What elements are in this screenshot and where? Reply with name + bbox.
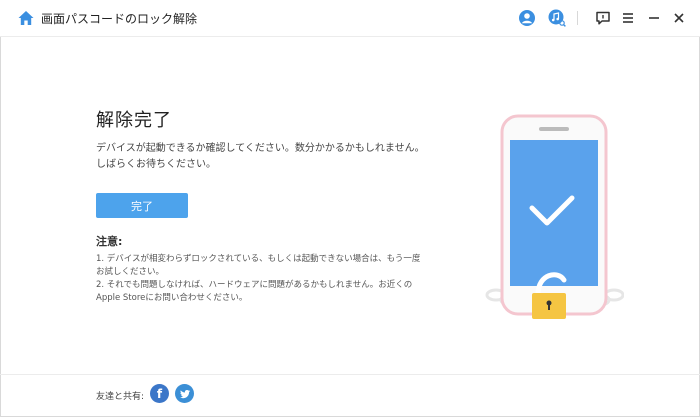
home-icon[interactable] bbox=[17, 9, 35, 27]
notice-item: 2. それでも問題しなければ、ハードウェアに問題があるかもしれません。お近くのA… bbox=[96, 280, 413, 303]
facebook-icon[interactable]: f bbox=[150, 384, 169, 403]
notice-title: 注意: bbox=[96, 235, 123, 248]
title-divider bbox=[0, 36, 700, 37]
app-title: 画面パスコードのロック解除 bbox=[41, 12, 198, 26]
user-icon[interactable] bbox=[518, 9, 536, 27]
page-title: 解除完了 bbox=[96, 110, 172, 131]
done-button[interactable]: 完了 bbox=[96, 193, 188, 218]
menu-icon[interactable] bbox=[619, 9, 637, 27]
share-label: 友達と共有: bbox=[96, 392, 145, 402]
close-icon[interactable] bbox=[670, 9, 688, 27]
title-separator bbox=[577, 11, 578, 25]
footer-divider bbox=[0, 374, 700, 375]
title-bar: 画面パスコードのロック解除 bbox=[0, 0, 700, 36]
music-search-icon[interactable] bbox=[548, 9, 566, 27]
twitter-icon[interactable] bbox=[175, 384, 194, 403]
unlocked-phone-illustration bbox=[485, 114, 624, 319]
minimize-icon[interactable] bbox=[645, 9, 663, 27]
notice-item: 1. デバイスが相変わらずロックされている、もしくは起動できない場合は、もう一度… bbox=[96, 254, 421, 277]
description-text: デバイスが起動できるか確認してください。数分かかるかもしれません。しばらくお待ち… bbox=[96, 143, 425, 170]
chat-icon[interactable] bbox=[594, 9, 612, 27]
notice-list: 1. デバイスが相変わらずロックされている、もしくは起動できない場合は、もう一度… bbox=[96, 253, 426, 305]
